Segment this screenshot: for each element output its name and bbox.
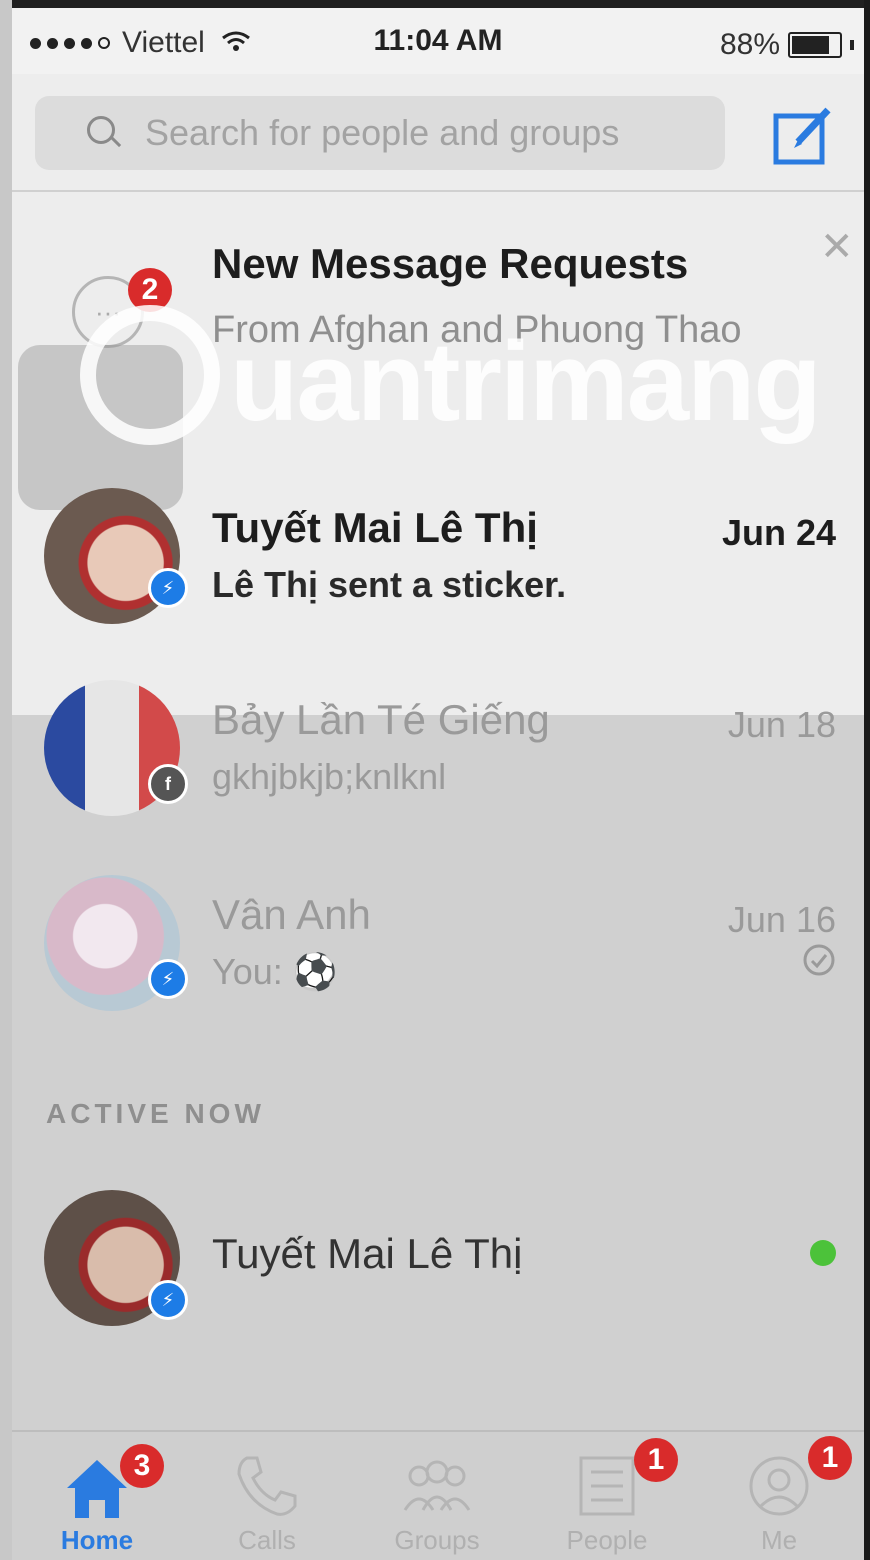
- conversation-row[interactable]: f Bảy Lần Té Giếng gkhjbkjb;knlknl Jun 1…: [12, 660, 864, 840]
- screen-bezel-top: [0, 0, 870, 8]
- tab-people[interactable]: 1 People: [522, 1432, 692, 1560]
- messenger-icon: ⚡: [148, 568, 188, 608]
- battery-percent: 88%: [719, 28, 780, 61]
- tab-badge: 3: [120, 1444, 164, 1488]
- phone-icon: [237, 1456, 297, 1516]
- message-requests-badge: 2: [128, 268, 172, 312]
- online-status-dot: [810, 1240, 836, 1266]
- search-input[interactable]: [143, 111, 707, 155]
- message-requests-title: New Message Requests: [212, 240, 689, 287]
- battery-icon: [788, 32, 842, 58]
- conversation-name: Vân Anh: [212, 891, 371, 938]
- tab-label: Me: [760, 1525, 798, 1555]
- tab-groups[interactable]: Groups: [352, 1432, 522, 1560]
- sent-check-icon: [803, 944, 835, 976]
- tab-badge: 1: [808, 1436, 852, 1480]
- conversation-row[interactable]: ⚡ Vân Anh You: ⚽ Jun 16: [12, 855, 864, 1035]
- battery-tip-icon: [850, 40, 854, 50]
- conversation-preview: gkhjbkjb;knlknl: [212, 756, 447, 797]
- tab-me[interactable]: 1 Me: [694, 1432, 864, 1560]
- message-requests-subtitle: From Afghan and Phuong Thao: [212, 309, 742, 351]
- tab-badge: 1: [634, 1438, 678, 1482]
- facebook-icon: f: [148, 764, 188, 804]
- tab-bar: 3 Home Calls Groups 1 People 1 Me: [12, 1430, 864, 1560]
- tab-label: Groups: [394, 1525, 480, 1555]
- profile-icon: [749, 1456, 809, 1516]
- tab-label: Calls: [238, 1525, 296, 1555]
- conversation-date: Jun 18: [727, 704, 836, 745]
- active-contact-row[interactable]: ⚡ Tuyết Mai Lê Thị: [12, 1170, 864, 1350]
- conversation-preview: You: ⚽: [212, 951, 338, 992]
- search-icon: [87, 116, 122, 150]
- conversation-row[interactable]: ⚡ Tuyết Mai Lê Thị Lê Thị sent a sticker…: [12, 468, 864, 648]
- tab-home[interactable]: 3 Home: [12, 1432, 182, 1560]
- conversation-preview: Lê Thị sent a sticker.: [212, 564, 567, 605]
- tab-calls[interactable]: Calls: [182, 1432, 352, 1560]
- conversation-name: Tuyết Mai Lê Thị: [212, 504, 538, 551]
- conversation-date: Jun 16: [727, 899, 836, 940]
- groups-icon: [403, 1460, 471, 1511]
- messenger-screen: Viettel 11:04 AM 88% Search for people a…: [0, 0, 870, 1560]
- compose-icon: [773, 107, 831, 165]
- header-divider: [12, 190, 864, 192]
- messenger-icon: ⚡: [148, 1280, 188, 1320]
- close-icon[interactable]: ✕: [820, 224, 854, 270]
- active-now-heading: ACTIVE NOW: [46, 1098, 265, 1129]
- messenger-icon: ⚡: [148, 959, 188, 999]
- conversation-date: Jun 24: [721, 512, 836, 553]
- search-bar[interactable]: [35, 96, 725, 170]
- tab-label: Home: [60, 1525, 134, 1555]
- conversation-name: Bảy Lần Té Giếng: [212, 696, 550, 743]
- tab-label: People: [566, 1525, 648, 1555]
- battery-indicator: 88%: [720, 28, 854, 62]
- screen-bezel-left: [0, 0, 12, 1560]
- status-bar: Viettel 11:04 AM 88%: [12, 8, 864, 74]
- screen-bezel-right: [864, 0, 870, 1560]
- compose-button[interactable]: [770, 102, 836, 168]
- active-contact-name: Tuyết Mai Lê Thị: [212, 1230, 523, 1277]
